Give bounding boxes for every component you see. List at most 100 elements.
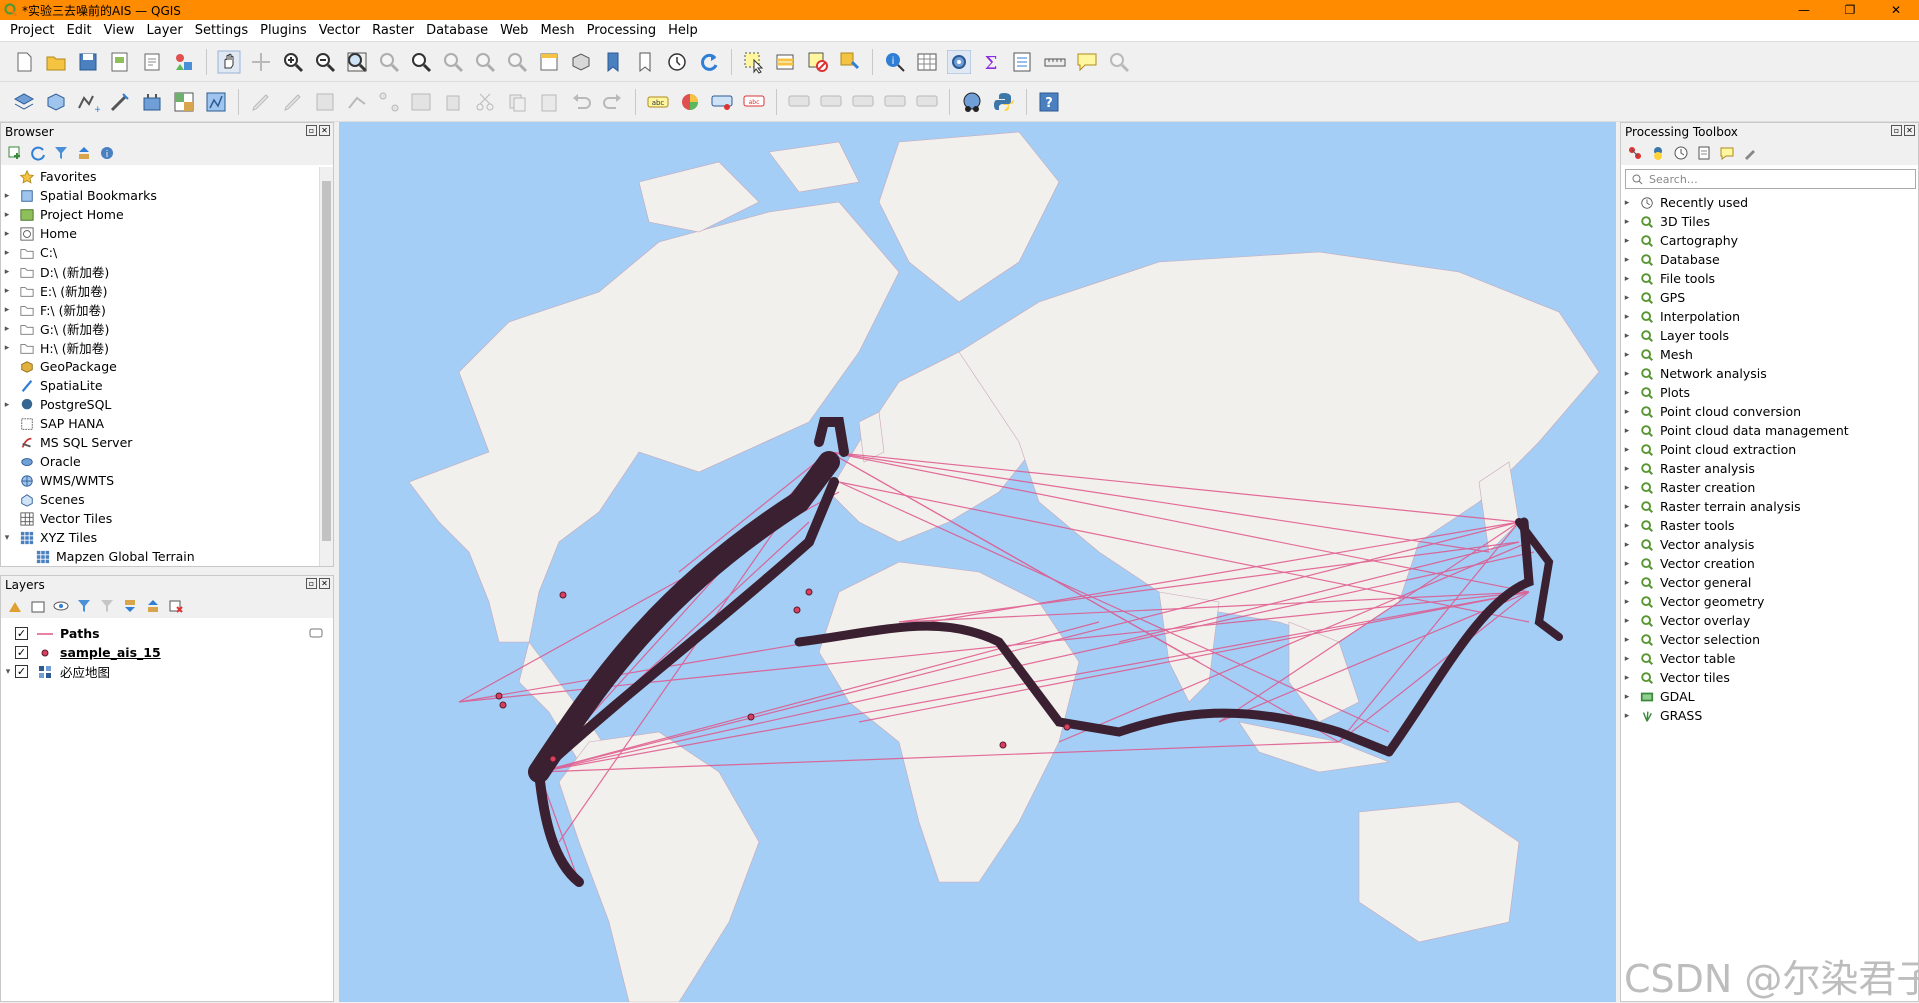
add-delimited-text-icon[interactable]	[108, 90, 132, 114]
add-selected-layers-icon[interactable]	[7, 145, 23, 161]
toolbox-provider[interactable]: ▸ Point cloud conversion	[1621, 402, 1918, 421]
browser-item[interactable]: ▸ Home	[1, 224, 319, 243]
browser-item[interactable]: Scenes	[1, 490, 319, 509]
expand-arrow-icon[interactable]: ▸	[1621, 255, 1633, 265]
expand-arrow-icon[interactable]: ▸	[1621, 274, 1633, 284]
expand-arrow-icon[interactable]: ▸	[1621, 616, 1633, 626]
layer-visibility-checkbox[interactable]: ✓	[15, 646, 28, 659]
attribute-table-icon[interactable]	[915, 50, 939, 74]
filter-browser-icon[interactable]	[53, 145, 69, 161]
expand-arrow-icon[interactable]: ▸	[1621, 388, 1633, 398]
browser-item[interactable]: SAP HANA	[1, 414, 319, 433]
move-label-icon[interactable]	[819, 90, 843, 114]
open-field-calculator-icon[interactable]	[1011, 50, 1035, 74]
toolbox-provider[interactable]: ▸ Raster creation	[1621, 478, 1918, 497]
filter-legend-icon[interactable]	[76, 598, 92, 614]
toolbox-provider[interactable]: ▸ Vector tiles	[1621, 668, 1918, 687]
help-contents-icon[interactable]: ?	[1037, 90, 1061, 114]
float-panel-icon[interactable]: ▫	[306, 125, 317, 136]
python-console-icon[interactable]	[992, 90, 1016, 114]
scrollbar-thumb[interactable]	[322, 181, 331, 541]
statistics-icon[interactable]: Σ	[979, 50, 1003, 74]
options-icon[interactable]	[1742, 145, 1758, 161]
toolbox-provider[interactable]: ▸ Plots	[1621, 383, 1918, 402]
toolbox-provider[interactable]: ▸ GRASS	[1621, 706, 1918, 725]
browser-item[interactable]: SpatiaLite	[1, 376, 319, 395]
browser-item[interactable]: WMS/WMTS	[1, 471, 319, 490]
select-by-value-icon[interactable]	[774, 50, 798, 74]
properties-widget-icon[interactable]: i	[99, 145, 115, 161]
rotate-label-icon[interactable]	[851, 90, 875, 114]
menu-help[interactable]: Help	[662, 20, 704, 42]
open-project-icon[interactable]	[44, 50, 68, 74]
expand-arrow-icon[interactable]: ▸	[1621, 464, 1633, 474]
toolbox-provider[interactable]: ▸ Layer tools	[1621, 326, 1918, 345]
browser-item[interactable]: MS SQL Server	[1, 433, 319, 452]
new-project-icon[interactable]	[12, 50, 36, 74]
copy-features-icon[interactable]	[505, 90, 529, 114]
toolbox-provider[interactable]: ▸ Database	[1621, 250, 1918, 269]
layer-diagram-icon[interactable]	[678, 90, 702, 114]
models-icon[interactable]	[1627, 145, 1643, 161]
toolbox-provider[interactable]: ▸ Vector overlay	[1621, 611, 1918, 630]
expand-arrow-icon[interactable]: ▸	[1, 191, 13, 201]
expand-arrow-icon[interactable]: ▸	[1, 229, 13, 239]
expand-arrow-icon[interactable]: ▸	[1621, 597, 1633, 607]
menu-mesh[interactable]: Mesh	[534, 20, 580, 42]
toolbox-provider[interactable]: ▸ GPS	[1621, 288, 1918, 307]
zoom-native-icon[interactable]	[441, 50, 465, 74]
float-panel-icon[interactable]: ▫	[1891, 125, 1902, 136]
browser-item[interactable]: GeoPackage	[1, 357, 319, 376]
expand-arrow-icon[interactable]: ▸	[1621, 559, 1633, 569]
collapse-all-icon[interactable]	[145, 598, 161, 614]
toolbox-provider[interactable]: ▸ Cartography	[1621, 231, 1918, 250]
style-manager-icon[interactable]	[172, 50, 196, 74]
layout-manager-icon[interactable]	[140, 50, 164, 74]
expand-arrow-icon[interactable]: ▸	[1, 210, 13, 220]
menu-raster[interactable]: Raster	[366, 20, 420, 42]
close-button[interactable]: ✕	[1873, 0, 1919, 20]
browser-item[interactable]: ▸ C:\	[1, 243, 319, 262]
float-panel-icon[interactable]: ▫	[306, 578, 317, 589]
filter-by-expression-icon[interactable]	[99, 598, 115, 614]
toolbox-provider[interactable]: ▸ GDAL	[1621, 687, 1918, 706]
expand-arrow-icon[interactable]: ▸	[1, 305, 13, 315]
toolbox-provider[interactable]: ▸ Point cloud data management	[1621, 421, 1918, 440]
browser-item[interactable]: ▸ D:\ (新加卷)	[1, 262, 319, 281]
new-bookmark-icon[interactable]	[601, 50, 625, 74]
menu-processing[interactable]: Processing	[581, 20, 662, 42]
zoom-out-icon[interactable]	[313, 50, 337, 74]
expand-arrow-icon[interactable]: ▸	[1, 286, 13, 296]
layer-indicator-icon[interactable]	[309, 626, 323, 641]
zoom-next-icon[interactable]	[505, 50, 529, 74]
zoom-in-icon[interactable]	[281, 50, 305, 74]
browser-item[interactable]: ▾ XYZ Tiles	[1, 528, 319, 547]
expand-arrow-icon[interactable]: ▸	[1621, 502, 1633, 512]
toolbox-provider[interactable]: ▸ Mesh	[1621, 345, 1918, 364]
edit-features-in-place-icon[interactable]	[1719, 145, 1735, 161]
expand-arrow-icon[interactable]: ▸	[1621, 217, 1633, 227]
expand-arrow-icon[interactable]: ▸	[1621, 711, 1633, 721]
pin-labels-icon[interactable]: abc	[742, 90, 766, 114]
minimize-button[interactable]: —	[1781, 0, 1827, 20]
new-map-view-icon[interactable]	[537, 50, 561, 74]
close-panel-icon[interactable]: ✕	[1904, 125, 1915, 136]
zoom-to-selection-icon[interactable]	[377, 50, 401, 74]
expand-arrow-icon[interactable]: ▸	[1621, 350, 1633, 360]
layer-visibility-checkbox[interactable]: ✓	[15, 627, 28, 640]
unpin-label-icon[interactable]	[915, 90, 939, 114]
expand-arrow-icon[interactable]: ▸	[1621, 578, 1633, 588]
map-tips-icon[interactable]	[1075, 50, 1099, 74]
temporal-controller-icon[interactable]	[665, 50, 689, 74]
menu-view[interactable]: View	[98, 20, 141, 42]
add-raster-layer-icon[interactable]	[172, 90, 196, 114]
deselect-all-icon[interactable]	[806, 50, 830, 74]
expand-arrow-icon[interactable]: ▸	[1621, 654, 1633, 664]
vertex-tool-icon[interactable]	[377, 90, 401, 114]
layer-item[interactable]: ✓ sample_ais_15	[1, 643, 333, 662]
expand-arrow-icon[interactable]: ▸	[1621, 521, 1633, 531]
menu-layer[interactable]: Layer	[141, 20, 189, 42]
layer-labelling-icon[interactable]: abc	[646, 90, 670, 114]
toolbox-provider[interactable]: ▸ Vector selection	[1621, 630, 1918, 649]
pan-to-selection-icon[interactable]	[249, 50, 273, 74]
